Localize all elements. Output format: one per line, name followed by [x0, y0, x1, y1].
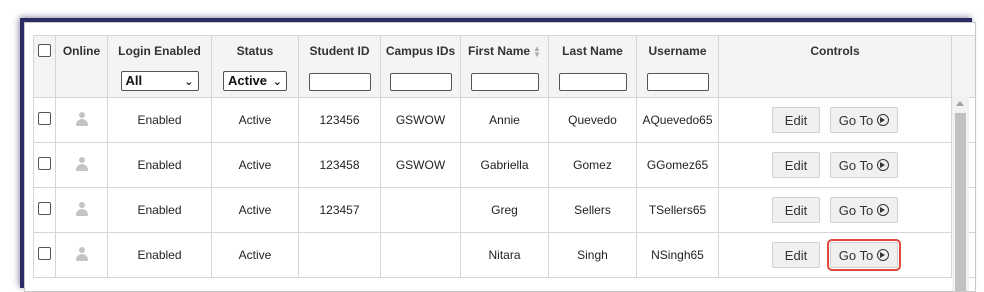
controls-cell: Edit Go To: [718, 97, 952, 143]
campus-ids-cell: GSWOW: [380, 97, 461, 143]
edit-button[interactable]: Edit: [772, 242, 820, 268]
arrow-circle-right-icon: [877, 114, 890, 126]
controls-cell: Edit Go To: [718, 232, 952, 278]
campus-ids-header-label: Campus IDs: [385, 44, 456, 58]
controls-header: Controls: [718, 35, 952, 98]
controls-cell: Edit Go To: [718, 142, 952, 188]
select-all-checkbox[interactable]: [38, 44, 51, 57]
header-row: Online Login Enabled All ⌄ Status Active ⌄…: [33, 35, 975, 98]
login-enabled-filter-select[interactable]: All ⌄: [120, 71, 199, 91]
arrow-circle-right-icon: [877, 204, 890, 216]
last-name-cell: Singh: [548, 232, 637, 278]
first-name-cell: Annie: [460, 97, 549, 143]
student-id-cell: 123456: [298, 97, 381, 143]
edit-button[interactable]: Edit: [772, 152, 820, 178]
campus-ids-filter-input[interactable]: [389, 73, 452, 91]
campus-ids-header: Campus IDs: [380, 35, 461, 98]
students-table: Online Login Enabled All ⌄ Status Active ⌄…: [33, 35, 975, 278]
username-header: Username: [636, 35, 719, 98]
login-enabled-header-label: Login Enabled: [118, 44, 201, 58]
campus-ids-cell: [380, 187, 461, 233]
first-name-cell: Gabriella: [460, 142, 549, 188]
table-row: Enabled Active Nitara Singh NSingh65 Edi…: [33, 232, 975, 278]
row-checkbox[interactable]: [38, 157, 51, 170]
status-filter-value: Active: [228, 73, 268, 88]
username-cell: AQuevedo65: [636, 97, 719, 143]
last-name-header-label: Last Name: [562, 44, 623, 58]
go-to-label: Go To: [838, 157, 874, 173]
last-name-cell: Gomez: [548, 142, 637, 188]
scrollbar-header-spacer: [951, 35, 975, 98]
login-enabled-cell: Enabled: [107, 142, 212, 188]
go-to-label: Go To: [838, 202, 874, 218]
first-name-header[interactable]: First Name ▲ ▼: [460, 35, 549, 98]
username-filter-input[interactable]: [646, 73, 709, 91]
username-cell: NSingh65: [636, 232, 719, 278]
person-icon: [75, 111, 89, 126]
last-name-cell: Sellers: [548, 187, 637, 233]
student-id-cell: 123458: [298, 142, 381, 188]
status-cell: Active: [211, 97, 299, 143]
controls-cell: Edit Go To: [718, 187, 952, 233]
login-enabled-cell: Enabled: [107, 232, 212, 278]
go-to-button[interactable]: Go To: [830, 152, 898, 178]
row-checkbox[interactable]: [38, 202, 51, 215]
first-name-cell: Greg: [460, 187, 549, 233]
campus-ids-cell: [380, 232, 461, 278]
student-id-filter-input[interactable]: [308, 73, 371, 91]
go-to-button[interactable]: Go To: [830, 107, 898, 133]
edit-button[interactable]: Edit: [772, 197, 820, 223]
status-filter-select[interactable]: Active ⌄: [223, 71, 287, 91]
person-icon: [75, 156, 89, 171]
select-all-header: [33, 35, 56, 98]
student-id-cell: [298, 232, 381, 278]
table-row: Enabled Active 123458 GSWOW Gabriella Go…: [33, 142, 975, 188]
scroll-up-arrow-icon[interactable]: [956, 101, 964, 106]
login-enabled-cell: Enabled: [107, 187, 212, 233]
go-to-label: Go To: [838, 247, 874, 263]
login-enabled-filter-value: All: [125, 73, 143, 88]
row-checkbox[interactable]: [38, 247, 51, 260]
last-name-filter-input[interactable]: [558, 73, 627, 91]
login-enabled-header: Login Enabled All ⌄: [107, 35, 212, 98]
username-cell: TSellers65: [636, 187, 719, 233]
student-id-header: Student ID: [298, 35, 381, 98]
username-cell: GGomez65: [636, 142, 719, 188]
vertical-scrollbar[interactable]: [952, 97, 969, 291]
login-enabled-cell: Enabled: [107, 97, 212, 143]
sort-icon[interactable]: ▲ ▼: [533, 44, 541, 58]
first-name-cell: Nitara: [460, 232, 549, 278]
campus-ids-cell: GSWOW: [380, 142, 461, 188]
chevron-down-icon: ⌄: [184, 76, 194, 88]
go-to-label: Go To: [838, 112, 874, 128]
table-row: Enabled Active 123457 Greg Sellers TSell…: [33, 187, 975, 233]
last-name-header: Last Name: [548, 35, 637, 98]
arrow-circle-right-icon: [877, 159, 890, 171]
online-header: Online: [55, 35, 108, 98]
first-name-header-label: First Name: [468, 44, 531, 58]
students-table-panel: Online Login Enabled All ⌄ Status Active ⌄…: [24, 22, 976, 292]
person-icon: [75, 246, 89, 261]
first-name-filter-input[interactable]: [470, 73, 539, 91]
scrollbar-thumb[interactable]: [955, 113, 966, 291]
edit-button[interactable]: Edit: [772, 107, 820, 133]
student-id-cell: 123457: [298, 187, 381, 233]
arrow-circle-right-icon: [877, 249, 890, 261]
chevron-down-icon: ⌄: [272, 76, 282, 88]
person-icon: [75, 201, 89, 216]
status-header-label: Status: [236, 44, 274, 58]
go-to-button-highlighted[interactable]: Go To: [827, 239, 901, 271]
table-row: Enabled Active 123456 GSWOW Annie Queved…: [33, 97, 975, 143]
status-cell: Active: [211, 142, 299, 188]
row-checkbox[interactable]: [38, 112, 51, 125]
status-cell: Active: [211, 187, 299, 233]
go-to-button[interactable]: Go To: [830, 197, 898, 223]
status-header: Status Active ⌄: [211, 35, 299, 98]
username-header-label: Username: [648, 44, 707, 58]
student-id-header-label: Student ID: [309, 44, 370, 58]
last-name-cell: Quevedo: [548, 97, 637, 143]
status-cell: Active: [211, 232, 299, 278]
